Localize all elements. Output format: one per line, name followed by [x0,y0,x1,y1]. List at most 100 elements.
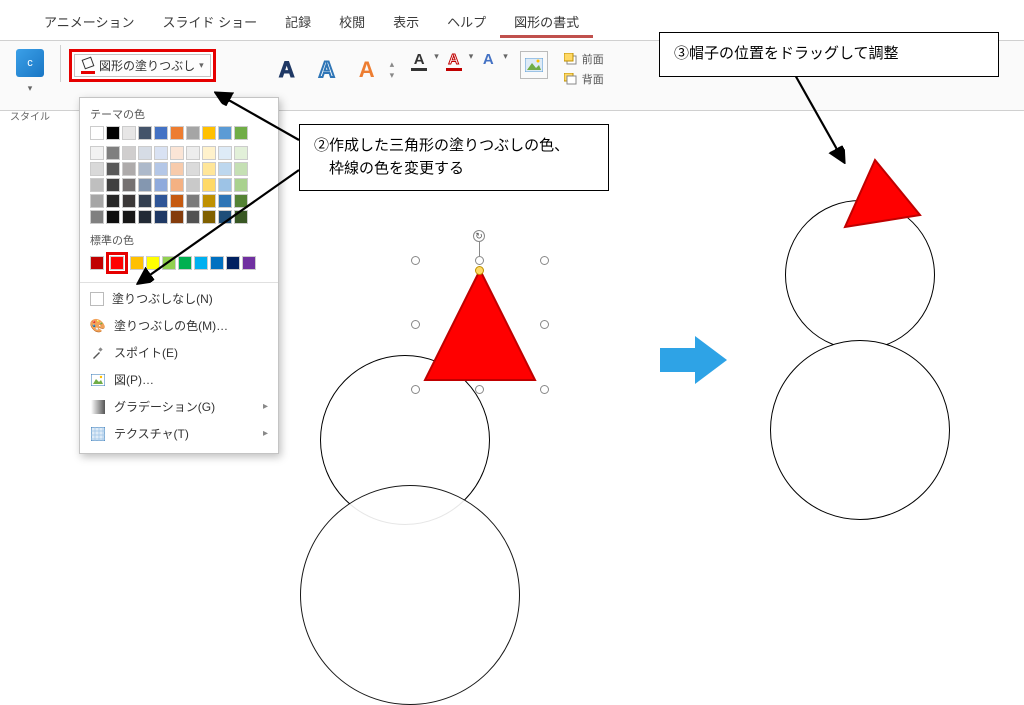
wordart-style-2[interactable]: A [310,53,344,87]
theme-color-swatch[interactable] [234,126,248,140]
theme-shade-swatch[interactable] [122,210,136,224]
theme-color-swatch[interactable] [138,126,152,140]
standard-color-swatch[interactable] [110,256,124,270]
standard-color-swatch[interactable] [210,256,224,270]
theme-color-swatch[interactable] [202,126,216,140]
theme-shade-swatch[interactable] [154,162,168,176]
no-fill-item[interactable]: 塗りつぶしなし(N) [80,285,278,312]
theme-color-swatch[interactable] [170,126,184,140]
standard-color-swatch[interactable] [194,256,208,270]
theme-shade-swatch[interactable] [138,194,152,208]
theme-shade-swatch[interactable] [106,210,120,224]
theme-shade-swatch[interactable] [122,146,136,160]
theme-shade-swatch[interactable] [234,210,248,224]
theme-shade-swatch[interactable] [186,210,200,224]
resize-handle-n[interactable] [475,256,484,265]
wordart-more[interactable]: ▴▾ [390,53,395,87]
theme-shade-swatch[interactable] [138,210,152,224]
standard-color-swatch[interactable] [226,256,240,270]
chevron-down-icon[interactable]: ▾ [503,51,508,62]
theme-shade-swatch[interactable] [170,146,184,160]
tab-review[interactable]: 校閲 [325,8,379,38]
theme-shade-swatch[interactable] [170,162,184,176]
theme-shade-swatch[interactable] [218,178,232,192]
theme-shade-swatch[interactable] [106,194,120,208]
chevron-down-icon[interactable]: ▾ [469,51,474,62]
standard-color-swatch[interactable] [130,256,144,270]
theme-color-swatch[interactable] [218,126,232,140]
theme-shade-swatch[interactable] [154,178,168,192]
document-icon[interactable]: c [16,49,44,77]
theme-color-swatch[interactable] [122,126,136,140]
theme-shade-swatch[interactable] [234,194,248,208]
theme-shade-swatch[interactable] [106,178,120,192]
resize-handle-sw[interactable] [411,385,420,394]
resize-handle-nw[interactable] [411,256,420,265]
resize-handle-w[interactable] [411,320,420,329]
image-placeholder-icon[interactable] [520,51,548,79]
theme-shade-swatch[interactable] [90,178,104,192]
tab-slideshow[interactable]: スライド ショー [148,8,271,38]
theme-shade-swatch[interactable] [138,178,152,192]
resize-handle-se[interactable] [540,385,549,394]
theme-shade-swatch[interactable] [170,210,184,224]
tab-help[interactable]: ヘルプ [433,8,500,38]
theme-shade-swatch[interactable] [234,178,248,192]
resize-handle-ne[interactable] [540,256,549,265]
theme-shade-swatch[interactable] [186,162,200,176]
theme-shade-swatch[interactable] [154,194,168,208]
tab-record[interactable]: 記録 [271,8,325,38]
theme-shade-swatch[interactable] [202,146,216,160]
theme-color-swatch[interactable] [186,126,200,140]
theme-shade-swatch[interactable] [90,146,104,160]
theme-color-swatch[interactable] [154,126,168,140]
text-outline-button[interactable]: A [443,51,465,71]
theme-shade-swatch[interactable] [170,194,184,208]
wordart-style-1[interactable]: A [270,53,304,87]
theme-shade-swatch[interactable] [90,210,104,224]
chevron-down-icon[interactable]: ▾ [28,83,33,94]
theme-shade-swatch[interactable] [122,194,136,208]
theme-shade-swatch[interactable] [202,162,216,176]
theme-shade-swatch[interactable] [138,146,152,160]
theme-shade-swatch[interactable] [218,162,232,176]
theme-shade-swatch[interactable] [186,178,200,192]
theme-color-swatch[interactable] [90,126,104,140]
theme-shade-swatch[interactable] [218,210,232,224]
more-fill-colors-item[interactable]: 🎨 塗りつぶしの色(M)… [80,312,278,339]
theme-shade-swatch[interactable] [154,210,168,224]
theme-shade-swatch[interactable] [218,194,232,208]
resize-handle-e[interactable] [540,320,549,329]
standard-color-swatch[interactable] [90,256,104,270]
texture-fill-item[interactable]: テクスチャ(T) ▸ [80,420,278,447]
triangle-selection[interactable] [415,260,545,390]
standard-color-swatch[interactable] [162,256,176,270]
resize-handle-s[interactable] [475,385,484,394]
theme-shade-swatch[interactable] [138,162,152,176]
theme-shade-swatch[interactable] [202,194,216,208]
theme-shade-swatch[interactable] [202,210,216,224]
picture-fill-item[interactable]: 図(P)… [80,366,278,393]
theme-shade-swatch[interactable] [154,146,168,160]
standard-color-swatch[interactable] [146,256,160,270]
wordart-style-3[interactable]: A [350,53,384,87]
slide-canvas[interactable] [300,225,620,555]
theme-shade-swatch[interactable] [186,146,200,160]
theme-shade-swatch[interactable] [106,146,120,160]
adjust-handle[interactable] [475,266,484,275]
text-effects-button[interactable]: A [477,51,499,71]
send-to-back[interactable]: 背面 [564,71,604,87]
theme-shade-swatch[interactable] [202,178,216,192]
standard-color-swatch[interactable] [178,256,192,270]
theme-shade-swatch[interactable] [186,194,200,208]
theme-shade-swatch[interactable] [122,178,136,192]
tab-shape-format[interactable]: 図形の書式 [500,8,593,38]
tab-view[interactable]: 表示 [379,8,433,38]
chevron-down-icon[interactable]: ▾ [434,51,439,62]
theme-shade-swatch[interactable] [218,146,232,160]
theme-shade-swatch[interactable] [90,162,104,176]
theme-shade-swatch[interactable] [234,146,248,160]
tab-animation[interactable]: アニメーション [30,8,148,38]
gradient-fill-item[interactable]: グラデーション(G) ▸ [80,393,278,420]
bring-to-front[interactable]: 前面 [564,51,604,67]
